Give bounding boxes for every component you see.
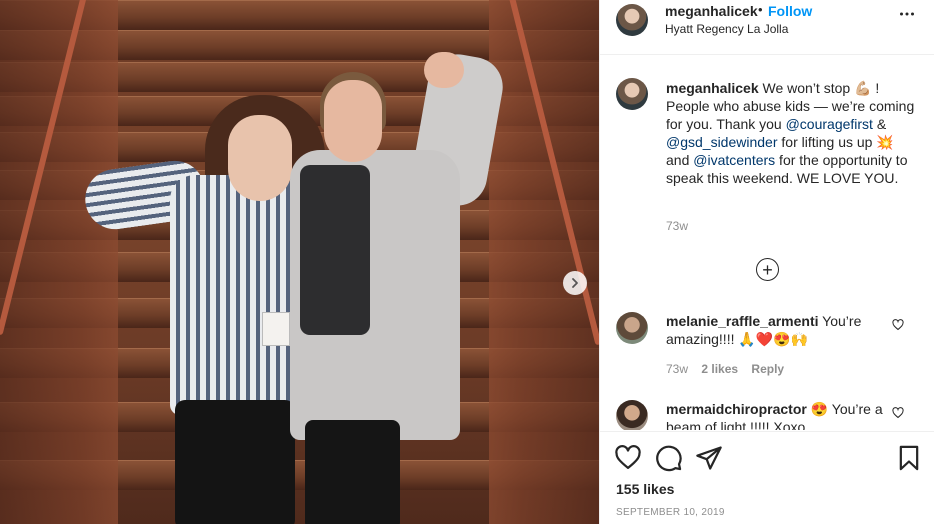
mention-link[interactable]: @ivatcenters <box>693 152 775 168</box>
comment-avatar[interactable] <box>616 400 648 430</box>
person-left-pants <box>175 400 295 524</box>
load-more-comments-button[interactable]: + <box>756 258 779 281</box>
caption-timestamp[interactable]: 73w <box>666 219 688 233</box>
avatar[interactable] <box>616 4 648 36</box>
next-photo-button[interactable] <box>563 271 587 295</box>
comment-meta: 73w 2 likes Reply <box>666 362 784 376</box>
mention-link[interactable]: @gsd_sidewinder <box>666 134 778 150</box>
person-right-pants <box>305 420 400 524</box>
reply-button[interactable]: Reply <box>751 362 784 376</box>
plus-icon: + <box>762 259 773 280</box>
comment-likes[interactable]: 2 likes <box>701 362 738 376</box>
post-header: meganhalicek • Follow Hyatt Regency La J… <box>600 0 934 55</box>
follow-button[interactable]: Follow <box>768 3 812 19</box>
bookmark-icon[interactable] <box>895 444 923 472</box>
share-icon[interactable] <box>695 444 723 472</box>
person-left-face <box>228 115 292 201</box>
more-options-button[interactable] <box>899 6 915 27</box>
comments-section[interactable]: meganhalicek We won’t stop 💪🏼 ! People w… <box>600 56 934 430</box>
comment-username[interactable]: melanie_raffle_armenti <box>666 313 819 329</box>
like-comment-button[interactable] <box>892 407 904 422</box>
post-photo[interactable] <box>0 0 599 524</box>
comment-icon[interactable] <box>655 444 683 472</box>
name-badge <box>262 312 290 346</box>
caption-username[interactable]: meganhalicek <box>666 80 759 96</box>
caption-avatar[interactable] <box>616 78 648 110</box>
comment-avatar[interactable] <box>616 312 648 344</box>
post-caption: meganhalicek We won’t stop 💪🏼 ! People w… <box>666 79 916 187</box>
person-right-top <box>300 165 370 335</box>
mention-link[interactable]: @couragefirst <box>786 116 873 132</box>
comment: melanie_raffle_armenti You’re amazing!!!… <box>666 312 891 348</box>
post-side-panel: meganhalicek • Follow Hyatt Regency La J… <box>599 0 934 524</box>
chevron-right-icon <box>572 278 578 288</box>
location-link[interactable]: Hyatt Regency La Jolla <box>665 22 788 36</box>
post-actions: 155 likes SEPTEMBER 10, 2019 <box>600 431 934 524</box>
wall-right <box>489 0 599 524</box>
comment-timestamp[interactable]: 73w <box>666 362 688 376</box>
person-left-shirt <box>170 175 295 415</box>
caption-text: & <box>872 116 887 132</box>
separator-dot: • <box>758 2 763 17</box>
more-horizontal-icon <box>900 12 914 16</box>
author-username[interactable]: meganhalicek <box>665 3 758 19</box>
like-comment-button[interactable] <box>892 319 904 334</box>
heart-outline-icon <box>892 319 904 331</box>
comment: mermaidchiropractor 😍 You’re a beam of l… <box>666 400 891 430</box>
heart-icon[interactable] <box>614 444 642 472</box>
post-date[interactable]: SEPTEMBER 10, 2019 <box>616 507 725 518</box>
comment-username[interactable]: mermaidchiropractor <box>666 401 807 417</box>
person-right-fist <box>424 52 464 88</box>
likes-count[interactable]: 155 likes <box>616 481 674 497</box>
person-right-face <box>324 80 382 162</box>
heart-outline-icon <box>892 407 904 419</box>
